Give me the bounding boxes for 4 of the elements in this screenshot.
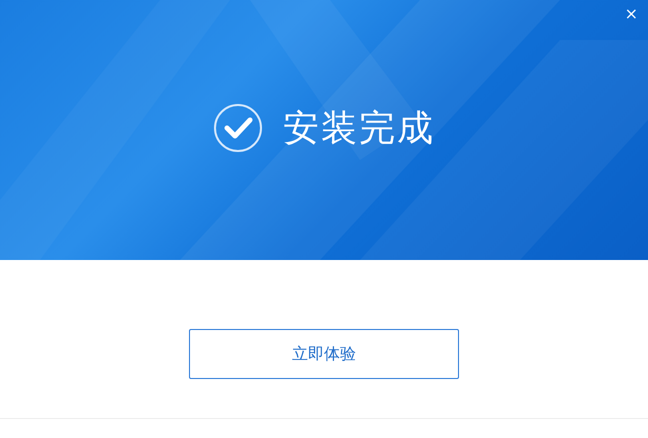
banner-title: 安装完成 [283,106,435,150]
close-button[interactable]: × [620,4,642,24]
start-button[interactable]: 立即体验 [189,329,459,379]
check-circle-icon [213,103,263,153]
